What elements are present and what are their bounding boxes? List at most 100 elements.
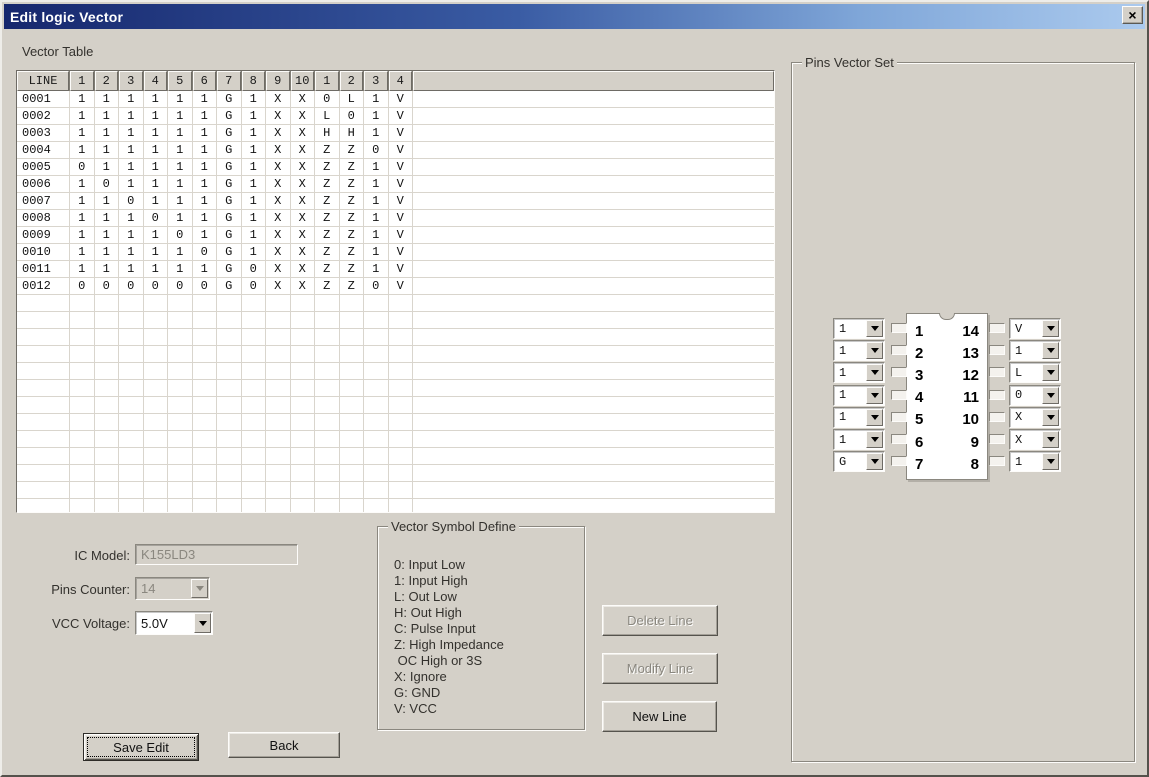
vector-cell: 1	[364, 193, 389, 209]
empty-cell	[315, 448, 340, 464]
pin-2-combo[interactable]: 1	[833, 340, 885, 362]
empty-cell	[340, 312, 364, 328]
dropdown-button[interactable]	[866, 431, 883, 448]
vector-cell: V	[389, 244, 413, 260]
row-filler	[413, 397, 774, 413]
row-filler	[413, 295, 774, 311]
pin-10-combo[interactable]: X	[1009, 406, 1061, 428]
pins-counter-dropdown-button[interactable]	[191, 579, 208, 598]
vector-cell: V	[389, 108, 413, 124]
dropdown-button[interactable]	[866, 320, 883, 337]
vcc-voltage-combo[interactable]: 5.0V	[135, 611, 213, 635]
table-row-0007[interactable]: 0007 1 1 0 1 1 1 G 1 X X Z Z 1 V	[17, 193, 774, 210]
vector-cell: 1	[168, 244, 193, 260]
vector-cell: Z	[315, 193, 340, 209]
back-button[interactable]: Back	[228, 732, 340, 758]
empty-cell	[168, 465, 193, 481]
dropdown-button[interactable]	[1042, 386, 1059, 404]
empty-cell	[315, 499, 340, 512]
empty-cell	[315, 295, 340, 311]
chevron-down-icon	[870, 326, 879, 335]
pin-12-combo[interactable]: L	[1009, 362, 1061, 384]
row-filler	[413, 329, 774, 345]
save-edit-button[interactable]: Save Edit	[83, 733, 199, 761]
table-row-0004[interactable]: 0004 1 1 1 1 1 1 G 1 X X Z Z 0 V	[17, 142, 774, 159]
column-header-10: 10	[290, 71, 314, 91]
vector-cell: 0	[340, 108, 364, 124]
vector-table-body: 0001 1 1 1 1 1 1 G 1 X X 0 L 1 V 0002 1 1 1 1 1 1 G 1 X X L 0 1 V 0003…	[17, 91, 774, 512]
empty-cell	[217, 397, 242, 413]
pin-4-combo[interactable]: 1	[833, 384, 885, 406]
empty-cell	[242, 482, 266, 498]
pin-5-combo[interactable]: 1	[833, 406, 885, 428]
empty-cell	[315, 329, 340, 345]
table-row-0002[interactable]: 0002 1 1 1 1 1 1 G 1 X X L 0 1 V	[17, 108, 774, 125]
chevron-down-icon	[870, 348, 879, 357]
dropdown-button[interactable]	[866, 364, 883, 382]
table-row-0003[interactable]: 0003 1 1 1 1 1 1 G 1 X X H H 1 V	[17, 125, 774, 142]
ic-model-field[interactable]: K155LD3	[135, 544, 298, 565]
table-row-0012[interactable]: 0012 0 0 0 0 0 0 G 0 X X Z Z 0 V	[17, 278, 774, 295]
pin-1-combo[interactable]: 1	[833, 318, 885, 339]
dropdown-button[interactable]	[1042, 453, 1059, 471]
dropdown-button[interactable]	[1042, 431, 1059, 448]
pin-6-combo[interactable]: 1	[833, 429, 885, 450]
empty-cell	[217, 465, 242, 481]
empty-cell	[193, 465, 217, 481]
empty-cell	[291, 448, 315, 464]
table-row-0009[interactable]: 0009 1 1 1 1 0 1 G 1 X X Z Z 1 V	[17, 227, 774, 244]
vector-cell: 1	[70, 261, 95, 277]
vector-cell: 1	[168, 91, 193, 107]
row-filler	[413, 482, 774, 498]
dropdown-button[interactable]	[866, 342, 883, 360]
table-row-0005[interactable]: 0005 0 1 1 1 1 1 G 1 X X Z Z 1 V	[17, 159, 774, 176]
dropdown-button[interactable]	[1042, 408, 1059, 426]
pin-number: 4	[915, 389, 924, 407]
empty-cell	[266, 414, 291, 430]
pin-3-combo[interactable]: 1	[833, 362, 885, 384]
dropdown-button[interactable]	[866, 453, 883, 471]
pins-counter-combo[interactable]: 14	[135, 577, 210, 600]
ic-model-label: IC Model:	[74, 548, 130, 563]
table-row-0008[interactable]: 0008 1 1 1 0 1 1 G 1 X X Z Z 1 V	[17, 210, 774, 227]
empty-cell	[144, 312, 168, 328]
pin-13-combo[interactable]: 1	[1009, 340, 1061, 362]
vector-symbol-define-title: Vector Symbol Define	[388, 519, 520, 534]
dropdown-button[interactable]	[866, 386, 883, 404]
vector-table[interactable]: LINE 1 2 3 4 5 6 7 8 9 10 1 2 3 4 0001 1 1 1 1 1 1 G 1 X X 0 L 1 V 00…	[16, 70, 775, 513]
empty-cell	[144, 363, 168, 379]
chip-pin-row: 1 14	[915, 320, 979, 342]
modify-line-button[interactable]: Modify Line	[602, 653, 718, 684]
dropdown-button[interactable]	[866, 408, 883, 426]
empty-cell	[340, 329, 364, 345]
dropdown-button[interactable]	[1042, 320, 1059, 337]
table-row-0006[interactable]: 0006 1 0 1 1 1 1 G 1 X X Z Z 1 V	[17, 176, 774, 193]
pin-9-combo[interactable]: X	[1009, 429, 1061, 450]
delete-line-button[interactable]: Delete Line	[602, 605, 718, 636]
empty-cell	[17, 431, 70, 447]
pin-stub	[891, 434, 907, 444]
vector-cell: X	[291, 159, 315, 175]
new-line-button[interactable]: New Line	[602, 701, 717, 732]
vector-cell: G	[217, 91, 242, 107]
vcc-voltage-dropdown-button[interactable]	[194, 613, 211, 633]
pin-11-combo[interactable]: 0	[1009, 384, 1061, 406]
table-row-0011[interactable]: 0011 1 1 1 1 1 1 G 0 X X Z Z 1 V	[17, 261, 774, 278]
table-row-0001[interactable]: 0001 1 1 1 1 1 1 G 1 X X 0 L 1 V	[17, 91, 774, 108]
empty-cell	[70, 295, 95, 311]
dropdown-button[interactable]	[1042, 364, 1059, 382]
row-filler	[413, 227, 774, 243]
table-row-0010[interactable]: 0010 1 1 1 1 1 0 G 1 X X Z Z 1 V	[17, 244, 774, 261]
pin-8-combo[interactable]: 1	[1009, 451, 1061, 473]
vector-cell: Z	[340, 261, 364, 277]
pin-7-combo[interactable]: G	[833, 451, 885, 473]
vector-cell: 0	[95, 278, 119, 294]
pin-number: 8	[970, 455, 979, 473]
vector-cell: 1	[95, 244, 119, 260]
pin-14-combo[interactable]: V	[1009, 318, 1061, 339]
close-button[interactable]: ×	[1122, 6, 1143, 24]
dropdown-button[interactable]	[1042, 342, 1059, 360]
empty-cell	[364, 312, 389, 328]
empty-cell	[70, 380, 95, 396]
empty-cell	[242, 380, 266, 396]
